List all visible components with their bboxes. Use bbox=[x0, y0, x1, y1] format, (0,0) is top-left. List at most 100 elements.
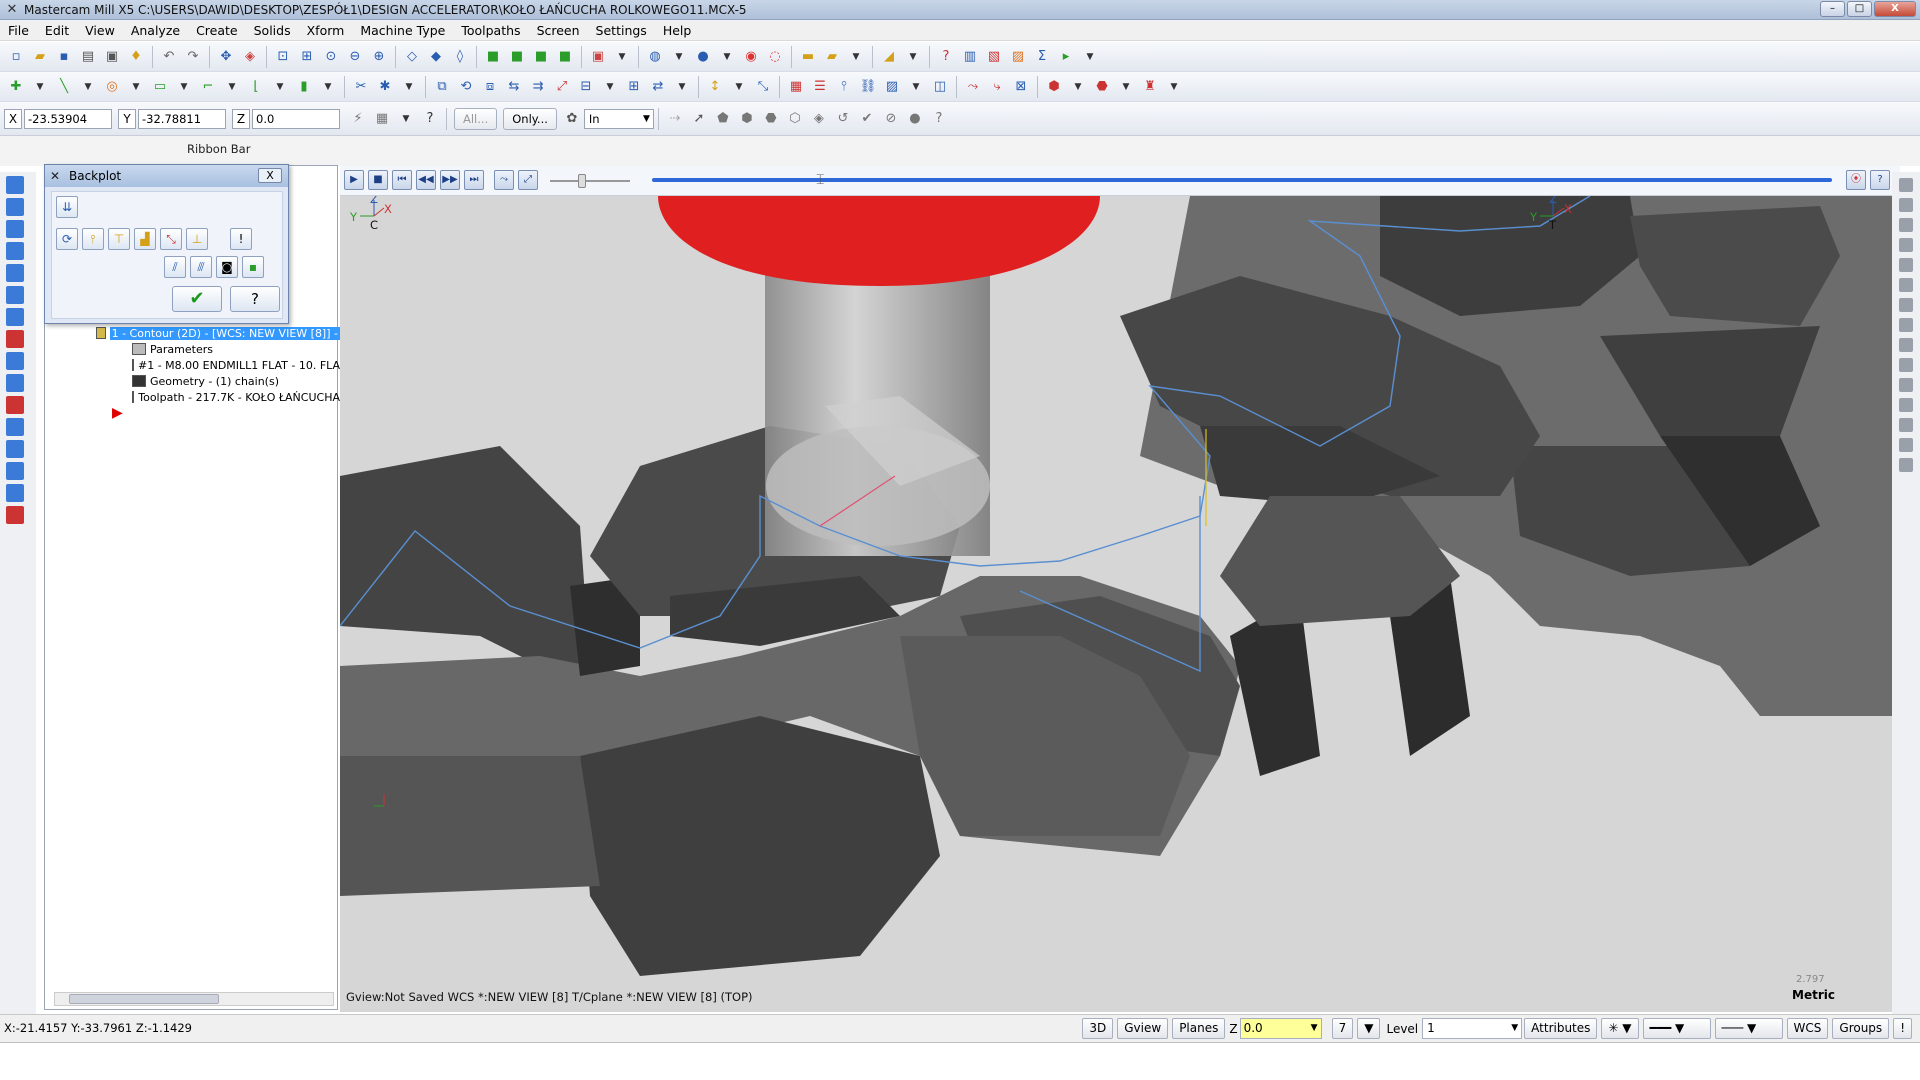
operations-horizontal-scrollbar[interactable] bbox=[54, 992, 334, 1006]
arc-icon[interactable] bbox=[6, 220, 24, 238]
dropdown-arrow-icon[interactable]: ▼ bbox=[728, 76, 750, 98]
autocursor-icon[interactable]: ▦ bbox=[371, 108, 393, 130]
color-button[interactable]: 7 bbox=[1331, 1018, 1354, 1039]
y-coordinate-input[interactable]: -32.78811 bbox=[138, 108, 226, 129]
step-icon[interactable]: ⫻ bbox=[190, 256, 212, 278]
selection-mask-icon[interactable]: ✿ bbox=[561, 108, 583, 130]
fast-point-icon[interactable]: ⚡ bbox=[347, 108, 369, 130]
loop-select-icon[interactable]: ◈ bbox=[808, 108, 830, 130]
color-dropdown-icon[interactable]: ▼ bbox=[1357, 1018, 1381, 1039]
help-button[interactable]: ? bbox=[230, 286, 280, 312]
dropdown-arrow-icon[interactable]: ▼ bbox=[395, 108, 417, 130]
drill-icon[interactable]: ⫯ bbox=[833, 76, 855, 98]
translate-icon[interactable]: ⇆ bbox=[503, 76, 525, 98]
dropdown-arrow-icon[interactable]: ▼ bbox=[716, 46, 738, 68]
level-input[interactable]: 1 ▼ bbox=[1422, 1018, 1523, 1039]
screenshot-icon[interactable]: ◙ bbox=[216, 256, 238, 278]
solid-icon[interactable]: ▮ bbox=[293, 76, 315, 98]
planes-button[interactable]: Planes bbox=[1172, 1018, 1226, 1039]
verify-icon[interactable]: ⬢ bbox=[1043, 76, 1065, 98]
x-coordinate-label[interactable]: X bbox=[4, 108, 22, 129]
print-preview-icon[interactable]: ▣ bbox=[101, 46, 123, 68]
dropdown-arrow-icon[interactable]: ▼ bbox=[611, 46, 633, 68]
menu-settings[interactable]: Settings bbox=[588, 20, 655, 41]
mru-icon[interactable] bbox=[1899, 398, 1913, 412]
info-icon[interactable]: ! bbox=[230, 228, 252, 250]
selection-mode-select[interactable]: In ▼ bbox=[583, 108, 654, 129]
menu-screen[interactable]: Screen bbox=[529, 20, 588, 41]
menu-create[interactable]: Create bbox=[188, 20, 246, 41]
step-back-icon[interactable]: ◀◀ bbox=[416, 170, 436, 190]
iso-view-icon[interactable]: ■ bbox=[554, 46, 576, 68]
display-holder-icon[interactable]: ⊤ bbox=[108, 228, 130, 250]
chamfer-icon[interactable]: ⌊ bbox=[245, 76, 267, 98]
open-file-icon[interactable]: ▰ bbox=[29, 46, 51, 68]
dropdown-arrow-icon[interactable]: ▼ bbox=[671, 76, 693, 98]
save-geometry-icon[interactable]: ▪ bbox=[242, 256, 264, 278]
shade-red-icon[interactable]: ◉ bbox=[740, 46, 762, 68]
dynamic-mill-icon[interactable] bbox=[6, 484, 24, 502]
groups-button[interactable]: Groups bbox=[1832, 1018, 1890, 1039]
z-coordinate-label[interactable]: Z bbox=[232, 108, 250, 129]
dropdown-arrow-icon[interactable]: ▼ bbox=[173, 76, 195, 98]
drill-down-icon[interactable] bbox=[6, 242, 24, 260]
loop-display-icon[interactable]: ⟳ bbox=[56, 228, 78, 250]
dropdown-arrow-icon[interactable]: ▼ bbox=[905, 76, 927, 98]
sum-icon[interactable]: Σ bbox=[1031, 46, 1053, 68]
dropdown-arrow-icon[interactable]: ▼ bbox=[845, 46, 867, 68]
scale-icon[interactable]: ⧈ bbox=[479, 76, 501, 98]
expand-icon[interactable]: ⇊ bbox=[56, 196, 78, 218]
contour-icon[interactable] bbox=[6, 264, 24, 282]
dropdown-arrow-icon[interactable]: ▼ bbox=[1163, 76, 1185, 98]
dropdown-arrow-icon[interactable]: ▼ bbox=[221, 76, 243, 98]
solid-tool-icon[interactable]: ▨ bbox=[881, 76, 903, 98]
print-icon[interactable]: ▤ bbox=[77, 46, 99, 68]
speed-slider[interactable] bbox=[550, 174, 630, 188]
grid-icon[interactable]: ⊞ bbox=[623, 76, 645, 98]
step-forward-icon[interactable]: ▶▶ bbox=[440, 170, 460, 190]
line-style-select[interactable]: ━━━ ▼ bbox=[1642, 1018, 1711, 1039]
line-width-select[interactable]: ─── ▼ bbox=[1714, 1018, 1783, 1039]
dropdown-arrow-icon[interactable]: ▼ bbox=[77, 76, 99, 98]
zoom-window-icon[interactable]: ⊞ bbox=[296, 46, 318, 68]
help-icon[interactable]: ? bbox=[419, 108, 441, 130]
new-file-icon[interactable]: ▫ bbox=[5, 46, 27, 68]
dropdown-arrow-icon[interactable]: ▼ bbox=[125, 76, 147, 98]
pan-icon[interactable]: ✥ bbox=[215, 46, 237, 68]
tree-item-toolpath[interactable]: Toolpath - 217.7K - KOŁO ŁAŃCUCHA bbox=[132, 389, 340, 405]
chain-select-icon[interactable]: ⇢ bbox=[664, 108, 686, 130]
position-slider-handle[interactable]: ⌶ bbox=[816, 172, 824, 188]
body-select-icon[interactable]: ⬣ bbox=[760, 108, 782, 130]
dropdown-arrow-icon[interactable]: ▼ bbox=[1067, 76, 1089, 98]
quick-verify-icon[interactable]: ⫽ bbox=[164, 256, 186, 278]
sim-help-icon[interactable]: ? bbox=[1870, 170, 1890, 190]
close-button[interactable]: X bbox=[1874, 1, 1916, 17]
list-icon[interactable]: ☰ bbox=[809, 76, 831, 98]
cube-view-icon[interactable]: ▣ bbox=[587, 46, 609, 68]
toolpath-multi-icon[interactable]: ⤷ bbox=[986, 76, 1008, 98]
chain-icon[interactable]: ⛓ bbox=[857, 76, 879, 98]
status-info-icon[interactable]: ! bbox=[1893, 1018, 1912, 1039]
menu-toolpaths[interactable]: Toolpaths bbox=[453, 20, 528, 41]
backplot-close-button[interactable]: X bbox=[258, 168, 282, 183]
dropdown-arrow-icon[interactable]: ▼ bbox=[1115, 76, 1137, 98]
menu-analyze[interactable]: Analyze bbox=[123, 20, 188, 41]
insert-arrow[interactable]: ▶ bbox=[112, 405, 340, 421]
break-icon[interactable]: ✱ bbox=[374, 76, 396, 98]
menu-file[interactable]: File bbox=[0, 20, 37, 41]
machine-sim-icon[interactable]: ♜ bbox=[1139, 76, 1161, 98]
tree-item-geometry[interactable]: Geometry - (1) chain(s) bbox=[132, 373, 340, 389]
fillet-icon[interactable]: ⌐ bbox=[197, 76, 219, 98]
selection-help-icon[interactable]: ? bbox=[928, 108, 950, 130]
display-endpoint-icon[interactable]: ⊥ bbox=[186, 228, 208, 250]
minimize-button[interactable]: – bbox=[1820, 1, 1845, 17]
tree-item-parameters[interactable]: Parameters bbox=[132, 341, 340, 357]
circle-mill-icon[interactable] bbox=[6, 418, 24, 436]
x-coordinate-input[interactable]: -23.53904 bbox=[24, 108, 112, 129]
tree-item-tool[interactable]: #1 - M8.00 ENDMILL1 FLAT - 10. FLA bbox=[132, 357, 340, 373]
stock-icon[interactable]: ⊠ bbox=[1010, 76, 1032, 98]
machine-icon[interactable]: ▥ bbox=[959, 46, 981, 68]
mru-icon[interactable] bbox=[1899, 178, 1913, 192]
save-icon[interactable]: ▪ bbox=[53, 46, 75, 68]
mru-icon[interactable] bbox=[1899, 298, 1913, 312]
